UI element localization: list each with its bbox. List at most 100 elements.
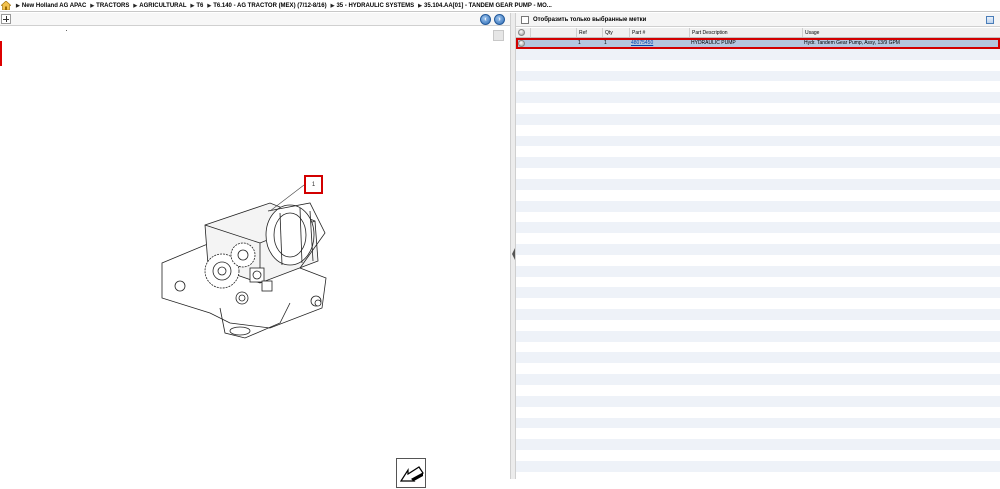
table-row-empty: [516, 70, 1000, 82]
table-row-empty: [516, 59, 1000, 71]
breadcrumb-arrow-icon: ▶: [418, 2, 422, 9]
table-row-empty: [516, 157, 1000, 169]
breadcrumb-bar: ▶ New Holland AG APAC ▶ TRACTORS ▶ AGRICULTUR…: [0, 0, 1000, 12]
breadcrumb-item[interactable]: ▶ New Holland AG APAC: [16, 3, 86, 9]
show-selected-only-label: Отобразить только выбранные метки: [533, 16, 647, 23]
breadcrumb-item[interactable]: ▶ T6: [190, 3, 203, 9]
breadcrumb-arrow-icon: ▶: [90, 2, 95, 9]
table-row-empty: [516, 395, 1000, 407]
table-row-empty: [516, 428, 1000, 440]
column-config-icon[interactable]: [986, 16, 994, 24]
table-row-empty: [516, 298, 1000, 310]
table-row-empty: [516, 460, 1000, 472]
header-col-part-number[interactable]: Part #: [629, 28, 689, 37]
breadcrumb-arrow-icon: ▶: [16, 2, 20, 9]
table-row-empty: [516, 135, 1000, 147]
table-row-empty: [516, 48, 1000, 60]
table-row-empty: [516, 124, 1000, 136]
export-arrow-icon[interactable]: [396, 458, 426, 488]
table-row-empty: [516, 265, 1000, 277]
table-row-empty: [516, 200, 1000, 212]
drawing-viewer: ‹ › 1: [0, 13, 510, 488]
row-blank-cell: [530, 38, 576, 49]
table-row-empty: [516, 309, 1000, 320]
table-row-empty: [516, 92, 1000, 104]
breadcrumb-item[interactable]: ▶ TRACTORS: [90, 3, 129, 9]
zoom-in-icon[interactable]: [1, 14, 11, 24]
breadcrumb-arrow-icon: ▶: [330, 2, 335, 9]
breadcrumb: ▶ New Holland AG APAC ▶ TRACTORS ▶ AGRICULTUR…: [16, 3, 556, 9]
table-row-empty: [516, 146, 1000, 158]
table-row-empty: [516, 81, 1000, 93]
part-number-link[interactable]: 48075450: [631, 40, 653, 46]
table-row-empty: [516, 189, 1000, 201]
show-selected-only-checkbox[interactable]: [521, 15, 529, 24]
table-row-empty: [516, 287, 1000, 299]
breadcrumb-item[interactable]: ▶ T6.140 - AG TRACTOR (MEX) (7/12-8/16): [207, 3, 326, 9]
breadcrumb-label: TRACTORS: [96, 2, 130, 9]
callout-label: 1: [311, 181, 316, 188]
previous-page-icon[interactable]: ‹: [480, 14, 491, 25]
table-row-empty: [516, 406, 1000, 418]
camera-icon: [518, 29, 525, 36]
table-row-empty: [516, 319, 1000, 331]
viewer-edge-marker: [0, 41, 2, 66]
table-row-empty: [516, 276, 1000, 288]
header-col-blank[interactable]: [530, 28, 576, 37]
breadcrumb-arrow-icon: ▶: [190, 2, 195, 9]
table-body: 1 1 48075450 HYDRAULIC PUMP Hydr. Tandem…: [516, 38, 1000, 472]
header-col-qty[interactable]: Qty: [602, 28, 629, 37]
table-row[interactable]: 1 1 48075450 HYDRAULIC PUMP Hydr. Tandem…: [516, 38, 1000, 49]
home-icon[interactable]: [0, 0, 12, 12]
breadcrumb-label: T6.140 - AG TRACTOR (MEX) (7/12-8/16): [213, 2, 327, 9]
table-row-empty: [516, 374, 1000, 385]
table-row-empty: [516, 352, 1000, 364]
breadcrumb-arrow-icon: ▶: [207, 2, 212, 9]
table-row-empty: [516, 113, 1000, 125]
next-page-icon[interactable]: ›: [494, 14, 505, 25]
table-row-empty: [516, 178, 1000, 190]
row-usage: Hydr. Tandem Gear Pump, Assy, 13/9 GPM: [804, 40, 900, 46]
table-row-empty: [516, 330, 1000, 342]
row-part-number-cell: 48075450: [629, 38, 689, 49]
row-ref: 1: [578, 40, 581, 46]
collapse-splitter-icon[interactable]: [512, 248, 515, 260]
viewer-fit-button[interactable]: [493, 30, 504, 41]
table-row-empty: [516, 168, 1000, 179]
parts-list-pane: Отобразить только выбранные метки Ref Qt…: [516, 13, 1000, 479]
breadcrumb-label: 35 - HYDRAULIC SYSTEMS: [336, 2, 415, 9]
table-header: Ref Qty Part # Part Description Usage: [516, 28, 1000, 38]
header-col-description[interactable]: Part Description: [689, 28, 802, 37]
breadcrumb-item[interactable]: ▶ 35.104.AA[01] - TANDEM GEAR PUMP - MO..…: [418, 3, 552, 9]
header-camera-col[interactable]: [516, 28, 530, 37]
breadcrumb-label: 35.104.AA[01] - TANDEM GEAR PUMP - MO...: [423, 2, 552, 9]
row-qty: 1: [604, 40, 607, 46]
breadcrumb-label: New Holland AG APAC: [21, 2, 87, 9]
breadcrumb-arrow-icon: ▶: [133, 2, 138, 9]
table-row-empty: [516, 254, 1000, 266]
table-row-empty: [516, 222, 1000, 234]
header-col-ref[interactable]: Ref: [576, 28, 602, 37]
table-row-empty: [516, 211, 1000, 223]
table-row-empty: [516, 244, 1000, 255]
table-row-empty: [516, 385, 1000, 396]
table-row-empty: [516, 363, 1000, 375]
callout-ref-1[interactable]: 1: [304, 175, 323, 194]
table-row-empty: [516, 450, 1000, 461]
breadcrumb-item[interactable]: ▶ AGRICULTURAL: [133, 3, 186, 9]
header-col-usage[interactable]: Usage: [802, 28, 1000, 37]
camera-icon: [518, 40, 525, 47]
breadcrumb-label: T6: [196, 2, 204, 9]
table-row-empty: [516, 439, 1000, 451]
parts-table: Ref Qty Part # Part Description Usage 1 …: [516, 28, 1000, 472]
breadcrumb-item[interactable]: ▶ 35 - HYDRAULIC SYSTEMS: [331, 3, 415, 9]
row-camera-cell[interactable]: [516, 38, 530, 49]
filter-bar: Отобразить только выбранные метки: [516, 13, 1000, 27]
pump-illustration: [161, 184, 327, 339]
table-row-empty: [516, 341, 1000, 353]
row-description: HYDRAULIC PUMP: [691, 40, 736, 46]
breadcrumb-label: AGRICULTURAL: [139, 2, 187, 9]
viewer-dot: [66, 30, 67, 31]
table-row-empty: [516, 417, 1000, 429]
viewer-toolbar: ‹ ›: [0, 13, 510, 26]
